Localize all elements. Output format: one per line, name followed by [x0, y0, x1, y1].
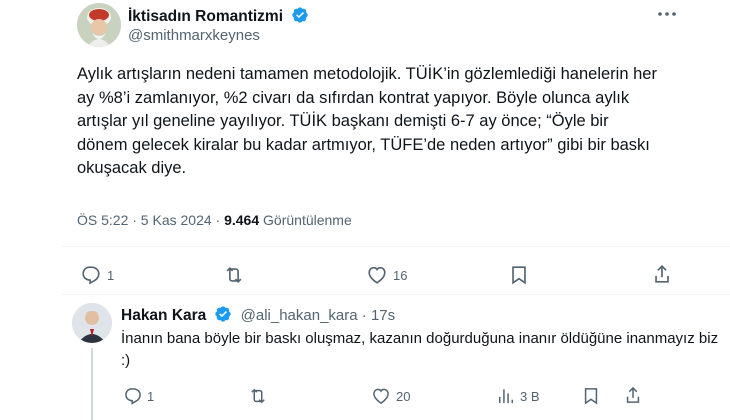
reply-views-button[interactable]	[496, 386, 516, 406]
reply-like-button[interactable]	[371, 386, 391, 406]
bookmark-icon	[584, 388, 598, 405]
reply-views-count: 3 B	[520, 389, 540, 404]
divider	[62, 294, 730, 295]
retweet-icon	[251, 388, 265, 404]
author-name[interactable]: İktisadın Romantizmi	[128, 8, 283, 25]
tweet-text: Aylık artışların nedeni tamamen metodolo…	[77, 65, 657, 177]
reply-bookmark-button[interactable]	[582, 386, 600, 406]
reply-share-button[interactable]	[624, 385, 642, 405]
share-icon	[655, 265, 669, 283]
author-name-row[interactable]: İktisadın Romantizmi	[128, 6, 309, 26]
like-icon	[373, 388, 389, 404]
reply-author-avatar[interactable]	[72, 303, 112, 343]
verified-badge-icon	[214, 305, 232, 323]
share-button[interactable]	[652, 263, 672, 285]
reply-icon	[82, 266, 100, 285]
reply-text: İnanın bana böyle bir baskı oluşmaz, kaz…	[121, 330, 719, 369]
reply-handle-time[interactable]: @ali_hakan_kara · 17s	[241, 307, 395, 324]
reply-button[interactable]	[80, 264, 102, 286]
reply-reply-button[interactable]	[123, 386, 143, 406]
bookmark-button[interactable]	[509, 264, 529, 286]
reply-like-count: 20	[396, 389, 411, 404]
views-count: 9.464	[224, 212, 260, 228]
reply-count: 1	[107, 268, 115, 283]
reply-icon	[125, 388, 141, 405]
reply-reply-count: 1	[147, 389, 155, 404]
author-avatar[interactable]	[77, 3, 121, 47]
views-icon	[499, 389, 513, 404]
tweet-meta: ÖS 5:22 · 5 Kas 2024 · 9.464 Görüntülenm…	[77, 212, 352, 228]
like-count: 16	[393, 268, 408, 283]
reply-author-name[interactable]: Hakan Kara	[121, 307, 206, 324]
reply-header: Hakan Kara @ali_hakan_kara · 17s	[121, 305, 395, 325]
like-icon	[368, 266, 386, 284]
more-icon[interactable]	[657, 6, 677, 22]
retweet-button[interactable]	[222, 264, 246, 286]
divider	[62, 246, 730, 247]
thread-line	[91, 348, 93, 420]
retweet-icon	[226, 266, 242, 284]
bookmark-icon	[512, 266, 526, 285]
reply-retweet-button[interactable]	[247, 386, 269, 406]
author-handle[interactable]: @smithmarxkeynes	[128, 27, 260, 44]
tweet-timestamp[interactable]: ÖS 5:22 · 5 Kas 2024 ·	[77, 212, 220, 228]
verified-badge-icon	[291, 6, 309, 24]
views-label: Görüntülenme	[263, 212, 352, 228]
share-icon	[626, 386, 640, 403]
like-button[interactable]	[366, 264, 388, 286]
